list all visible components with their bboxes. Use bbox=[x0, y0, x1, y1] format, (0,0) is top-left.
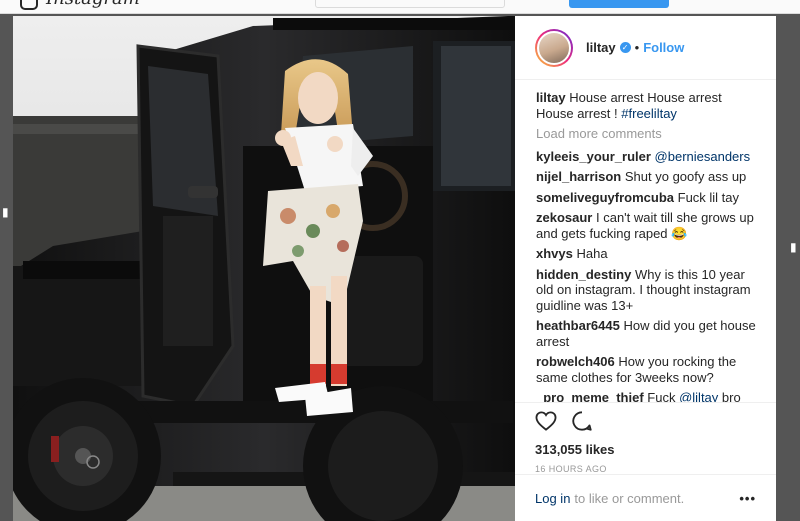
comment-text: Fuck lil tay bbox=[677, 189, 740, 205]
avatar[interactable] bbox=[535, 29, 573, 67]
comment-item: _pro_meme_thief Fuck @liltay bro she is … bbox=[536, 390, 756, 402]
post-side-panel: liltay ✓ • Follow liltay House arrest Ho… bbox=[515, 16, 776, 521]
next-arrow-icon[interactable]: ▮ bbox=[790, 240, 797, 254]
comment-username[interactable]: xhvys bbox=[536, 246, 573, 261]
login-link[interactable]: Log in bbox=[535, 491, 570, 506]
comment-username[interactable]: robwelch406 bbox=[536, 354, 615, 369]
post-footer: Log in to like or comment. ••• bbox=[515, 474, 776, 521]
post-header: liltay ✓ • Follow bbox=[515, 16, 776, 80]
post-modal: liltay ✓ • Follow liltay House arrest Ho… bbox=[13, 16, 776, 521]
instagram-logo[interactable]: Instagram bbox=[46, 0, 140, 9]
comment-username[interactable]: nijel_harrison bbox=[536, 169, 621, 184]
search-input[interactable] bbox=[315, 0, 505, 8]
comment-item: zekosaur I can't wait till she grows up … bbox=[536, 210, 756, 241]
comment-username[interactable]: zekosaur bbox=[536, 210, 592, 225]
post-header-line: liltay ✓ • Follow bbox=[586, 40, 684, 55]
comment-text: Fuck bbox=[647, 390, 676, 402]
verified-badge-icon: ✓ bbox=[619, 42, 631, 53]
heart-icon[interactable] bbox=[535, 410, 557, 436]
comment-item: heathbar6445 How did you get house arres… bbox=[536, 318, 756, 349]
separator-dot: • bbox=[634, 40, 640, 55]
comment-username[interactable]: kyleeis_your_ruler bbox=[536, 149, 651, 164]
signup-button[interactable] bbox=[569, 0, 669, 8]
load-more-comments-button[interactable]: Load more comments bbox=[536, 126, 756, 142]
post-timestamp: 16 HOURS AGO bbox=[535, 464, 607, 474]
action-icons bbox=[535, 410, 756, 437]
comment-item: someliveguyfromcuba Fuck lil tay bbox=[536, 190, 756, 206]
comment-item: nijel_harrison Shut yo goofy ass up bbox=[536, 169, 756, 185]
login-prompt-text: to like or comment. bbox=[574, 490, 685, 506]
comment-username[interactable]: _pro_meme_thief bbox=[536, 390, 644, 402]
comment-username[interactable]: hidden_destiny bbox=[536, 267, 631, 282]
comments-list[interactable]: liltay House arrest House arrest House a… bbox=[515, 80, 776, 402]
comment-username[interactable]: heathbar6445 bbox=[536, 318, 620, 333]
post-photo-image bbox=[13, 16, 515, 521]
caption-username[interactable]: liltay bbox=[536, 90, 566, 105]
caption: liltay House arrest House arrest House a… bbox=[536, 90, 756, 121]
likes-count[interactable]: 313,055 likes bbox=[535, 442, 756, 457]
post-photo bbox=[13, 16, 515, 521]
comment-item: xhvys Haha bbox=[536, 246, 756, 262]
follow-button[interactable]: Follow bbox=[643, 40, 684, 55]
comment-text: Haha bbox=[576, 246, 608, 261]
post-actions: 313,055 likes 16 HOURS AGO bbox=[515, 402, 776, 474]
comment-mention-link[interactable]: @liltay bbox=[679, 390, 718, 402]
camera-icon[interactable] bbox=[20, 0, 38, 10]
comment-mention-link[interactable]: @berniesanders bbox=[655, 149, 751, 164]
top-nav-bar: Instagram bbox=[0, 0, 800, 14]
comment-item: robwelch406 How you rocking the same clo… bbox=[536, 354, 756, 385]
comment-username[interactable]: someliveguyfromcuba bbox=[536, 190, 674, 205]
comment-item: kyleeis_your_ruler @berniesanders bbox=[536, 149, 756, 165]
more-options-icon[interactable]: ••• bbox=[739, 491, 756, 506]
comment-text: Shut yo goofy ass up bbox=[624, 169, 747, 184]
caption-hashtag-link[interactable]: #freeliltay bbox=[621, 106, 677, 121]
username-link[interactable]: liltay bbox=[586, 40, 616, 55]
comment-icon[interactable] bbox=[571, 410, 593, 437]
comment-item: hidden_destiny Why is this 10 year old o… bbox=[536, 267, 756, 314]
avatar-image bbox=[537, 31, 571, 65]
side-arrow-icon[interactable]: ▮ bbox=[2, 205, 9, 219]
